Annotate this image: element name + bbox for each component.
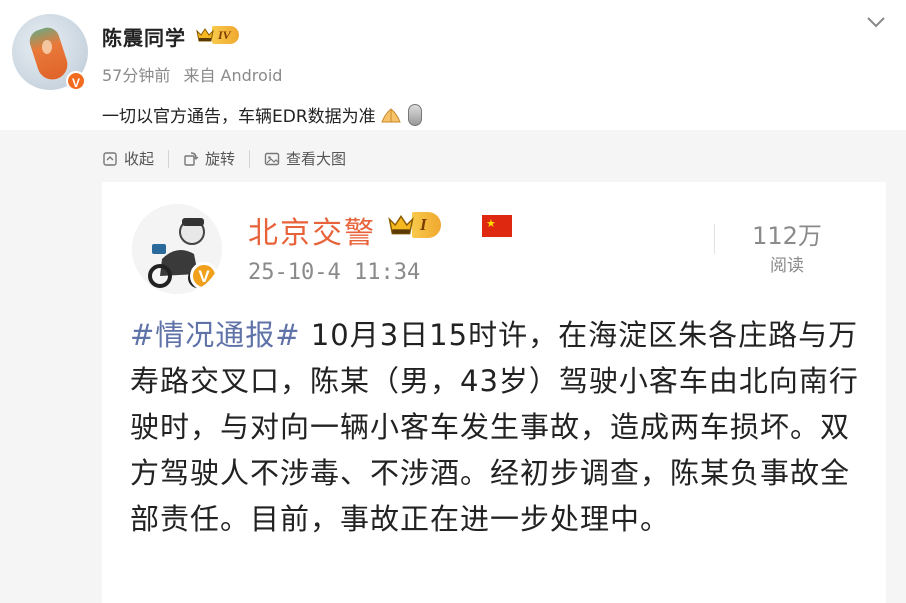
rotate-label: 旋转 (205, 150, 236, 168)
china-flag-icon: ★ (482, 215, 512, 237)
collapse-icon (102, 151, 118, 167)
praying-hands-icon (380, 106, 402, 124)
post-content: 一切以官方通告，车辆EDR数据为准 (102, 102, 422, 127)
verified-icon: V (190, 262, 218, 290)
rotate-icon (183, 151, 199, 167)
card-level-label: I (412, 212, 441, 238)
view-large-label: 查看大图 (286, 150, 347, 168)
card-divider (714, 224, 715, 254)
image-icon (264, 151, 280, 167)
collapse-label: 收起 (124, 150, 155, 168)
hashtag-link: #情况通报# (130, 318, 301, 352)
police-avatar: V (132, 204, 222, 294)
level-badge[interactable]: IV (196, 26, 239, 44)
read-count-label: 阅读 (770, 256, 804, 276)
post-source: 来自 Android (183, 66, 283, 85)
level-label: IV (212, 26, 239, 44)
read-count-number: 112万 (752, 222, 822, 250)
read-count: 112万 阅读 (742, 216, 832, 276)
post-meta: 57分钟前 来自 Android (102, 62, 282, 86)
card-body-text: #情况通报# 10月3日15时许，在海淀区朱各庄路与万寿路交叉口，陈某（男，43… (130, 312, 870, 542)
image-toolbar: 收起 旋转 查看大图 (102, 148, 346, 169)
collapse-button[interactable]: 收起 (102, 148, 154, 169)
view-large-button[interactable]: 查看大图 (264, 148, 346, 169)
verified-icon: V (66, 71, 86, 91)
embedded-post-card[interactable]: V 北京交警 I ★ 25-10-4 11:34 112万 阅读 #情况通报# … (102, 182, 886, 603)
username[interactable]: 陈震同学 (102, 22, 186, 51)
crown-icon (196, 27, 214, 43)
card-level-badge: I (388, 212, 441, 238)
toolbar-divider (249, 149, 251, 168)
microphone-icon (407, 103, 422, 126)
weibo-post: V 陈震同学 IV 57分钟前 来自 Android 一切以官方通告，车辆EDR… (0, 0, 906, 603)
card-username: 北京交警 (248, 216, 376, 251)
post-time[interactable]: 57分钟前 (102, 66, 170, 85)
crown-icon (388, 213, 414, 237)
chevron-down-icon[interactable] (866, 14, 886, 28)
card-post-time: 25-10-4 11:34 (248, 260, 421, 285)
toolbar-divider (168, 149, 170, 168)
post-text: 一切以官方通告，车辆EDR数据为准 (102, 107, 376, 127)
image-preview-area: 收起 旋转 查看大图 V 北京交警 I ★ 25-10-4 11:34 112万… (0, 130, 906, 603)
rotate-button[interactable]: 旋转 (183, 148, 235, 169)
